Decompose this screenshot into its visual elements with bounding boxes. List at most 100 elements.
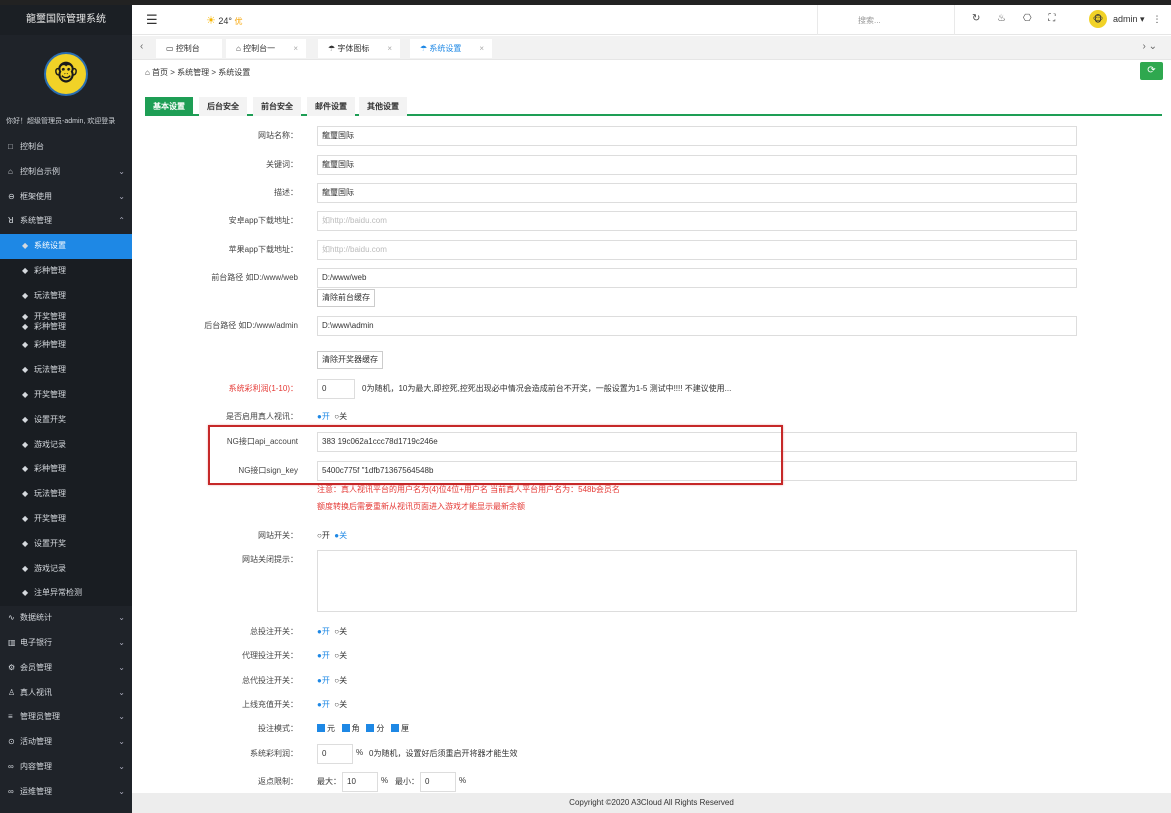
- highlight-box: [208, 425, 783, 485]
- checkbox-checked-icon[interactable]: [317, 724, 325, 732]
- form-row-site-name: 网站名称： 龍璽国际: [0, 126, 1171, 146]
- header-icons[interactable]: ↻ ♨ ⎔ ⛶: [972, 13, 1055, 24]
- back-path-input[interactable]: D:\www\admin: [317, 316, 1077, 336]
- form-row-keywords: 关键词： 龍璽国际: [0, 155, 1171, 175]
- radio-off[interactable]: ●关: [334, 531, 347, 540]
- checkbox-checked-icon[interactable]: [341, 724, 350, 732]
- live-video-note: 注意：真人视讯平台的用户名为(4)位4位+用户名 当前真人平台用户名为：548b…: [317, 485, 620, 494]
- apple-url-input[interactable]: 如http://baidu.com: [317, 240, 1077, 260]
- front-path-input[interactable]: D:/www/web: [317, 268, 1077, 288]
- profit-rate-2-hint: 0为随机，设置好后须重启开将器才能生效: [369, 749, 518, 758]
- refresh-button[interactable]: ⟳: [1140, 62, 1163, 80]
- weather-temp: 24°: [218, 16, 233, 26]
- profit-rate-2-input[interactable]: 0: [317, 744, 353, 764]
- clear-front-cache-button[interactable]: 清除前台缓存: [317, 289, 375, 307]
- sidebar-item-play-rules[interactable]: ◆ 玩法管理: [0, 482, 132, 507]
- site-switch-radio[interactable]: ○开 ●关: [317, 530, 347, 541]
- form-row-apple-url: 苹果app下载地址： 如http://baidu.com: [0, 240, 1171, 260]
- description-input[interactable]: 龍璽国际: [317, 183, 1077, 203]
- close-icon[interactable]: ×: [479, 39, 484, 58]
- sidebar-item-label: 开奖管理: [34, 513, 66, 523]
- total-bet-radio[interactable]: ●开 ○关: [317, 626, 347, 637]
- sidebar-item-label: 注单异常检测: [34, 588, 82, 598]
- tab-system-settings[interactable]: ☂ 系统设置 ×: [410, 39, 492, 58]
- form-row-back-path: 后台路径 如D:/www/admin D:\www\admin: [0, 316, 1171, 336]
- diamond-icon: ◆: [22, 489, 29, 499]
- radio-on[interactable]: ●开: [317, 412, 330, 421]
- form-row-live-video: 是否启用真人视讯： ●开 ○关: [226, 411, 348, 422]
- diamond-icon: ◆: [22, 588, 29, 598]
- rebate-max-input[interactable]: 10: [342, 772, 378, 792]
- close-notice-textarea[interactable]: [317, 550, 1077, 612]
- general-agent-bet-radio[interactable]: ●开 ○关: [317, 675, 347, 686]
- form-row-profit-rate: 系统彩利润(1-10)： 0 0为随机，10为最大,即控死,控死出现必中情况会造…: [0, 379, 1171, 399]
- profit-rate-input[interactable]: 0: [317, 379, 355, 399]
- form-row-description: 描述： 龍璽国际: [0, 183, 1171, 203]
- radio-off[interactable]: ○关: [334, 412, 347, 421]
- form-row-agent-bet: 代理投注开关： ●开 ○关: [242, 650, 348, 661]
- home-icon: ⌂: [236, 44, 241, 53]
- monitor-icon: ▭: [166, 44, 174, 53]
- sidebar-item-label: 玩法管理: [34, 365, 66, 375]
- user-menu[interactable]: 🐵 admin ▾ ⋮: [1089, 10, 1162, 28]
- menu-toggle-icon[interactable]: ☰: [146, 12, 158, 28]
- agent-bet-radio[interactable]: ●开 ○关: [317, 650, 347, 661]
- site-name-input[interactable]: 龍璽国际: [317, 126, 1077, 146]
- avatar: 🐵: [1089, 10, 1107, 28]
- tabs-next-icon[interactable]: › ⌄: [1143, 41, 1158, 52]
- search-input[interactable]: 搜索...: [817, 5, 955, 35]
- close-icon[interactable]: ×: [293, 39, 298, 58]
- page-tabs: ‹ ▭ 控制台 ⌂ 控制台一 × ☂ 字体图标 × ☂ 系统设置 × › ⌄: [132, 36, 1171, 60]
- close-icon[interactable]: ×: [387, 39, 392, 58]
- username: admin ▾: [1113, 13, 1145, 24]
- form-row-android-url: 安卓app下载地址： 如http://baidu.com: [0, 211, 1171, 231]
- umbrella-icon: ☂: [420, 44, 428, 53]
- sidebar-item-label: 数据统计: [20, 613, 52, 623]
- tab-dashboard-one[interactable]: ⌂ 控制台一 ×: [226, 39, 306, 58]
- sun-icon: ☀: [206, 15, 216, 27]
- checkbox-checked-icon[interactable]: [391, 724, 400, 732]
- form-row-profit-rate-2: 系统彩利润： 0 % 0为随机，设置好后须重启开将器才能生效: [0, 744, 1171, 764]
- radio-on[interactable]: ○开: [317, 531, 330, 540]
- tab-mail-settings[interactable]: 邮件设置: [307, 97, 355, 116]
- sidebar-item-bet-anomaly[interactable]: ◆ 注单异常检测: [0, 581, 132, 607]
- form-row-bet-mode: 投注模式： 元 角 分 厘: [258, 723, 410, 734]
- clear-draw-cache-button[interactable]: 清除开奖器缓存: [317, 351, 383, 369]
- settings-tabs: 基本设置 后台安全 前台安全 邮件设置 其他设置: [145, 97, 1162, 116]
- balance-note: 额度转换后需要重新从视讯页面进入游戏才能显示最新余额: [317, 502, 525, 511]
- tabs-prev-icon[interactable]: ‹: [140, 41, 143, 52]
- tab-basic-settings[interactable]: 基本设置: [145, 97, 193, 116]
- form-row-site-switch: 网站开关： ○开 ●关: [258, 530, 348, 541]
- breadcrumb: ⌂ 首页 > 系统管理 > 系统设置: [145, 68, 251, 77]
- tab-font-icons[interactable]: ☂ 字体图标 ×: [318, 39, 400, 58]
- tab-dashboard[interactable]: ▭ 控制台: [156, 39, 222, 58]
- tab-backend-security[interactable]: 后台安全: [199, 97, 247, 116]
- footer-copyright: Copyright ©2020 A3Cloud All Rights Reser…: [132, 793, 1171, 813]
- top-header: ☰ ☀ 24° 优 搜索... ↻ ♨ ⎔ ⛶ 🐵 admin ▾ ⋮: [132, 5, 1171, 35]
- checkbox-checked-icon[interactable]: [366, 724, 375, 732]
- online-recharge-radio[interactable]: ●开 ○关: [317, 699, 347, 710]
- form-row-general-agent-bet: 总代投注开关： ●开 ○关: [242, 675, 348, 686]
- diamond-icon: ◆: [22, 340, 29, 350]
- tab-other-settings[interactable]: 其他设置: [359, 97, 407, 116]
- bet-mode-checkboxes[interactable]: 元 角 分 厘: [317, 723, 409, 734]
- more-vertical-icon[interactable]: ⋮: [1153, 14, 1162, 25]
- brand-title: 龍璽国际管理系统: [0, 5, 132, 35]
- sidebar-item-label: 玩法管理: [34, 290, 66, 300]
- sidebar-item-lottery-types[interactable]: ◆ 彩种管理: [0, 333, 132, 359]
- tab-frontend-security[interactable]: 前台安全: [253, 97, 301, 116]
- sidebar-item-label: 彩种管理: [34, 340, 66, 350]
- form-row-total-bet: 总投注开关： ●开 ○关: [250, 626, 348, 637]
- android-url-input[interactable]: 如http://baidu.com: [317, 211, 1077, 231]
- keywords-input[interactable]: 龍璽国际: [317, 155, 1077, 175]
- form-row-online-recharge: 上线充值开关： ●开 ○关: [242, 699, 348, 710]
- weather-widget: ☀ 24° 优: [206, 14, 243, 27]
- rebate-min-input[interactable]: 0: [420, 772, 456, 792]
- form-row-front-path: 前台路径 如D:/www/web D:/www/web: [0, 268, 1171, 288]
- live-video-radio[interactable]: ●开 ○关: [317, 411, 347, 422]
- air-quality: 优: [234, 17, 243, 26]
- avatar[interactable]: 🐵: [44, 52, 88, 96]
- profit-rate-hint: 0为随机，10为最大,即控死,控死出现必中情况会造成前台不开奖，一般设置为1-5…: [362, 384, 732, 393]
- form-row-rebate-limit: 返点限制： 最大： 10 % 最小： 0 %: [0, 772, 1171, 792]
- sidebar-item-label: 玩法管理: [34, 489, 66, 499]
